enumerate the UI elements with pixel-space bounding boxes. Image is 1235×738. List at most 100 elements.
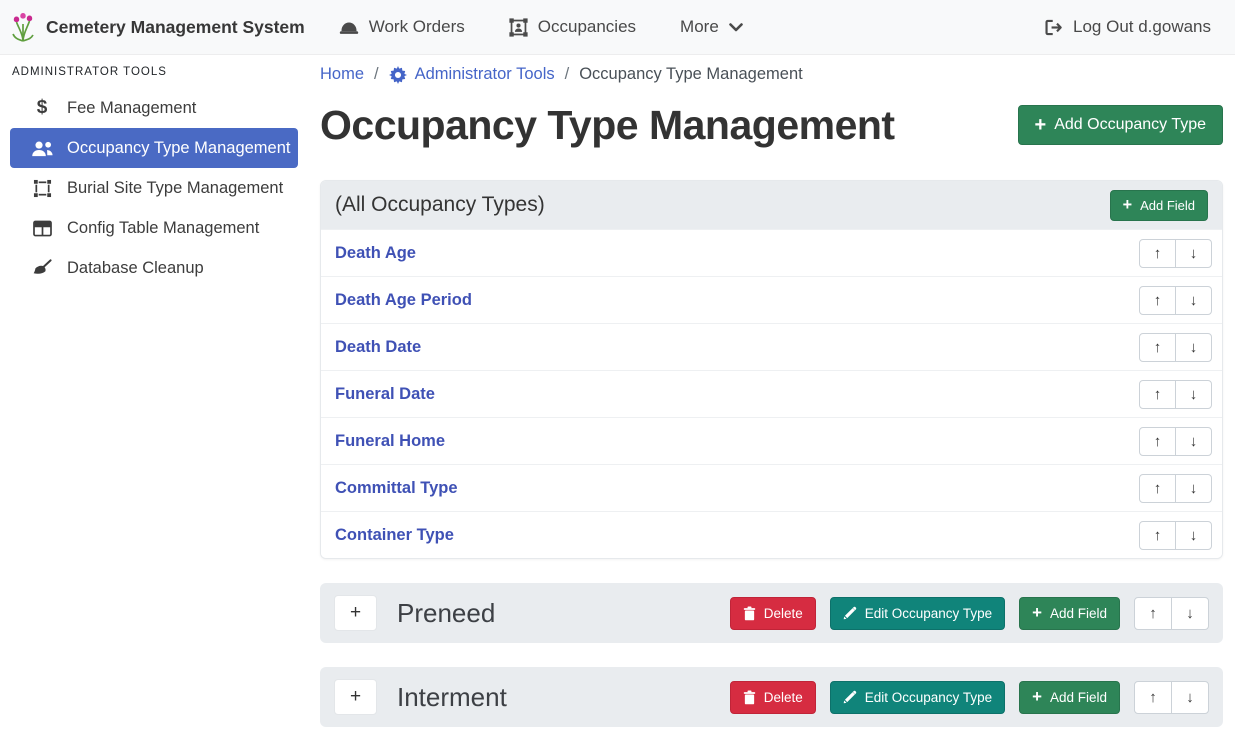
section-title: Interment (397, 682, 507, 713)
field-link-funeral-home[interactable]: Funeral Home (335, 432, 445, 451)
add-field-button[interactable]: + Add Field (1019, 681, 1120, 714)
move-down-button[interactable]: ↓ (1175, 474, 1212, 503)
nav-label: Work Orders (369, 17, 465, 37)
reorder-controls: ↑ ↓ (1139, 474, 1212, 503)
trash-icon (743, 690, 756, 705)
breadcrumb-home-link[interactable]: Home (320, 65, 364, 84)
plus-icon: + (1032, 689, 1042, 706)
broom-icon (30, 259, 54, 277)
reorder-controls: ↑ ↓ (1134, 681, 1209, 714)
nav-occupancies[interactable]: Occupancies (509, 17, 636, 37)
delete-button[interactable]: Delete (730, 597, 816, 630)
sidebar-header: ADMINISTRATOR TOOLS (12, 66, 298, 78)
sidebar-item-label: Fee Management (67, 99, 196, 118)
move-up-button[interactable]: ↑ (1139, 333, 1176, 362)
plus-icon: + (1123, 197, 1133, 213)
sidebar-item-occupancy-type-management[interactable]: Occupancy Type Management (10, 128, 298, 168)
top-navbar: Cemetery Management System Work Orders (0, 0, 1235, 55)
main-content: Home / Administrator Tools / Occupancy T… (320, 55, 1223, 727)
reorder-controls: ↑ ↓ (1139, 333, 1212, 362)
add-occupancy-type-label: Add Occupancy Type (1054, 116, 1206, 134)
move-down-button[interactable]: ↓ (1175, 521, 1212, 550)
all-types-card-title: (All Occupancy Types) (335, 193, 545, 217)
move-down-button[interactable]: ↓ (1175, 427, 1212, 456)
sidebar-item-database-cleanup[interactable]: Database Cleanup (0, 248, 310, 288)
move-down-button[interactable]: ↓ (1175, 286, 1212, 315)
reorder-controls: ↑ ↓ (1139, 239, 1212, 268)
gear-icon (389, 66, 407, 84)
app-brand[interactable]: Cemetery Management System (10, 12, 305, 42)
field-link-committal-type[interactable]: Committal Type (335, 479, 458, 498)
move-up-button[interactable]: ↑ (1139, 239, 1176, 268)
expand-button[interactable]: + (334, 679, 377, 715)
logout-label: Log Out d.gowans (1073, 17, 1211, 37)
section-actions: Delete Edit Occupancy Type + Add Field ↑ (730, 681, 1209, 714)
dollar-icon: $ (30, 97, 54, 119)
field-link-death-age-period[interactable]: Death Age Period (335, 291, 472, 310)
move-down-button[interactable]: ↓ (1175, 380, 1212, 409)
app-title: Cemetery Management System (46, 17, 305, 38)
field-link-funeral-date[interactable]: Funeral Date (335, 385, 435, 404)
delete-button[interactable]: Delete (730, 681, 816, 714)
person-frame-icon (509, 18, 528, 37)
page-title: Occupancy Type Management (320, 98, 895, 152)
move-down-button[interactable]: ↓ (1171, 681, 1209, 714)
section-actions: Delete Edit Occupancy Type + Add Field ↑ (730, 597, 1209, 630)
move-up-button[interactable]: ↑ (1139, 380, 1176, 409)
sidebar-item-label: Burial Site Type Management (67, 179, 283, 198)
sidebar-item-label: Config Table Management (67, 219, 259, 238)
move-up-button[interactable]: ↑ (1139, 474, 1176, 503)
breadcrumb: Home / Administrator Tools / Occupancy T… (320, 65, 1223, 84)
move-down-button[interactable]: ↓ (1175, 333, 1212, 362)
edit-occupancy-type-button[interactable]: Edit Occupancy Type (830, 681, 1005, 714)
nav-label: More (680, 17, 719, 37)
field-row: Death Age ↑ ↓ (321, 229, 1222, 276)
sidebar-item-fee-management[interactable]: $ Fee Management (0, 88, 310, 128)
field-link-death-age[interactable]: Death Age (335, 244, 416, 263)
chevron-down-icon (729, 23, 743, 32)
pencil-icon (843, 690, 857, 704)
field-row: Committal Type ↑ ↓ (321, 464, 1222, 511)
field-link-container-type[interactable]: Container Type (335, 526, 454, 545)
all-occupancy-types-card: (All Occupancy Types) + Add Field Death … (320, 180, 1223, 559)
page-header: Occupancy Type Management + Add Occupanc… (320, 98, 1223, 152)
table-icon (30, 220, 54, 237)
logout-link[interactable]: Log Out d.gowans (1044, 17, 1211, 37)
nav-more[interactable]: More (680, 17, 743, 37)
add-field-button[interactable]: + Add Field (1110, 190, 1208, 221)
field-row: Death Date ↑ ↓ (321, 323, 1222, 370)
reorder-controls: ↑ ↓ (1139, 427, 1212, 456)
expand-button[interactable]: + (334, 595, 377, 631)
move-down-button[interactable]: ↓ (1175, 239, 1212, 268)
add-field-button[interactable]: + Add Field (1019, 597, 1120, 630)
edit-occupancy-type-label: Edit Occupancy Type (865, 606, 992, 621)
edit-occupancy-type-label: Edit Occupancy Type (865, 690, 992, 705)
sidebar-item-burial-site-type-management[interactable]: Burial Site Type Management (0, 168, 310, 208)
add-field-label: Add Field (1050, 606, 1107, 621)
reorder-controls: ↑ ↓ (1134, 597, 1209, 630)
hard-hat-icon (339, 19, 359, 36)
move-up-button[interactable]: ↑ (1134, 597, 1172, 630)
occupancy-type-section-preneed: + Preneed Delete (320, 583, 1223, 643)
move-down-button[interactable]: ↓ (1171, 597, 1209, 630)
sidebar-item-label: Database Cleanup (67, 259, 204, 278)
field-row: Funeral Date ↑ ↓ (321, 370, 1222, 417)
add-occupancy-type-button[interactable]: + Add Occupancy Type (1018, 105, 1223, 145)
breadcrumb-separator: / (565, 65, 570, 84)
move-up-button[interactable]: ↑ (1139, 427, 1176, 456)
move-up-button[interactable]: ↑ (1139, 521, 1176, 550)
edit-occupancy-type-button[interactable]: Edit Occupancy Type (830, 597, 1005, 630)
field-link-death-date[interactable]: Death Date (335, 338, 421, 357)
breadcrumb-admin-tools-link[interactable]: Administrator Tools (389, 65, 555, 84)
add-field-label: Add Field (1140, 198, 1195, 213)
logout-icon (1044, 19, 1063, 36)
delete-label: Delete (764, 690, 803, 705)
nav-work-orders[interactable]: Work Orders (339, 17, 465, 37)
occupancy-type-section-interment: + Interment Delete (320, 667, 1223, 727)
reorder-controls: ↑ ↓ (1139, 380, 1212, 409)
move-up-button[interactable]: ↑ (1139, 286, 1176, 315)
sidebar-item-config-table-management[interactable]: Config Table Management (0, 208, 310, 248)
users-icon (30, 140, 54, 157)
move-up-button[interactable]: ↑ (1134, 681, 1172, 714)
field-row: Death Age Period ↑ ↓ (321, 276, 1222, 323)
